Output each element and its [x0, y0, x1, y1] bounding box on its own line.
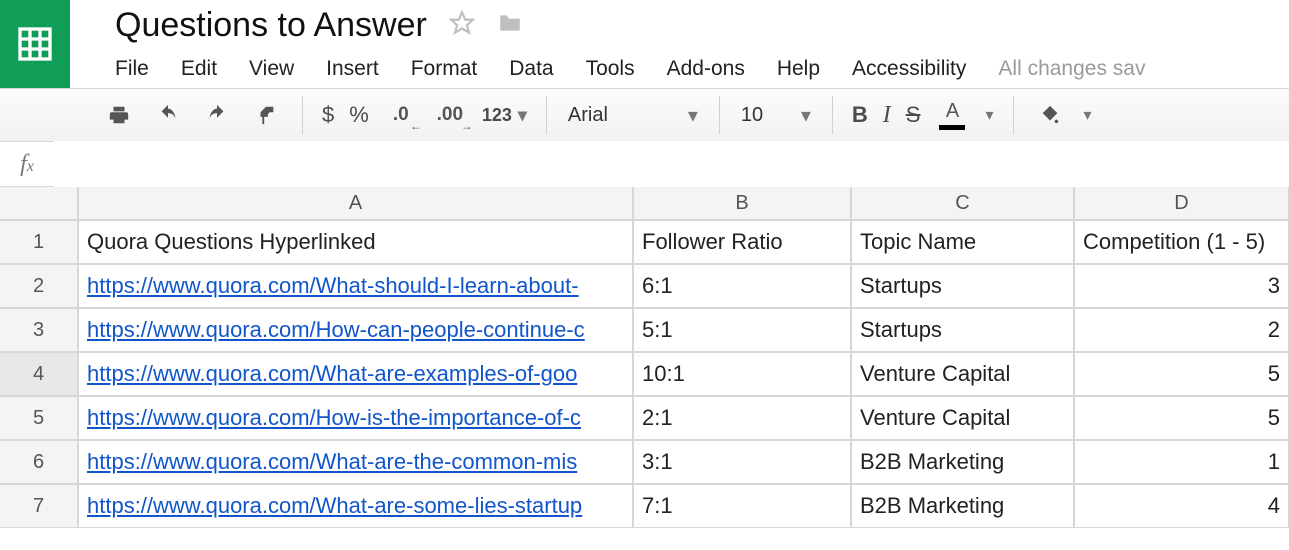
cell-b6[interactable]: 3:1 — [633, 440, 851, 484]
select-all-corner[interactable] — [0, 187, 78, 220]
cell-a1[interactable]: Quora Questions Hyperlinked — [78, 220, 633, 264]
menu-view[interactable]: View — [249, 57, 294, 81]
spreadsheet-grid: A B C D 1 Quora Questions Hyperlinked Fo… — [0, 187, 1289, 528]
cell-c4[interactable]: Venture Capital — [851, 352, 1074, 396]
col-header-c[interactable]: C — [851, 187, 1074, 220]
text-color-button[interactable]: A — [929, 93, 975, 137]
menu-accessibility[interactable]: Accessibility — [852, 57, 966, 81]
menu-help[interactable]: Help — [777, 57, 820, 81]
cell-b4[interactable]: 10:1 — [633, 352, 851, 396]
cell-c1[interactable]: Topic Name — [851, 220, 1074, 264]
cell-b5[interactable]: 2:1 — [633, 396, 851, 440]
save-status: All changes sav — [998, 57, 1145, 81]
menu-insert[interactable]: Insert — [326, 57, 379, 81]
cell-d6[interactable]: 1 — [1074, 440, 1289, 484]
cell-a5[interactable]: https://www.quora.com/How-is-the-importa… — [78, 396, 633, 440]
row-header-5[interactable]: 5 — [0, 396, 78, 440]
cell-c6[interactable]: B2B Marketing — [851, 440, 1074, 484]
separator — [832, 96, 833, 134]
cell-d5[interactable]: 5 — [1074, 396, 1289, 440]
cell-d1[interactable]: Competition (1 - 5) — [1074, 220, 1289, 264]
redo-button[interactable] — [194, 93, 240, 137]
increase-decimal-button[interactable]: .00→ — [427, 93, 473, 137]
row-header-4[interactable]: 4 — [0, 352, 78, 396]
separator — [1013, 96, 1014, 134]
sheets-logo[interactable] — [0, 0, 70, 88]
formula-input[interactable] — [54, 141, 1289, 187]
cell-c2[interactable]: Startups — [851, 264, 1074, 308]
cell-a6[interactable]: https://www.quora.com/What-are-the-commo… — [78, 440, 633, 484]
fx-label: fx — [0, 151, 54, 178]
fill-color-button[interactable] — [1027, 93, 1073, 137]
row-header-2[interactable]: 2 — [0, 264, 78, 308]
star-icon[interactable] — [449, 10, 475, 41]
cell-b2[interactable]: 6:1 — [633, 264, 851, 308]
menu-tools[interactable]: Tools — [586, 57, 635, 81]
cell-b1[interactable]: Follower Ratio — [633, 220, 851, 264]
cell-d7[interactable]: 4 — [1074, 484, 1289, 528]
text-color-dropdown[interactable]: ▾ — [978, 93, 1000, 137]
italic-button[interactable]: I — [877, 93, 897, 137]
col-header-d[interactable]: D — [1074, 187, 1289, 220]
toolbar: $ % .0← .00→ 123▾ Arial▾ 10▾ B I S A ▾ ▾ — [0, 88, 1289, 142]
cell-a4[interactable]: https://www.quora.com/What-are-examples-… — [78, 352, 633, 396]
menu-edit[interactable]: Edit — [181, 57, 217, 81]
menu-addons[interactable]: Add-ons — [667, 57, 745, 81]
font-size-select[interactable]: 10▾ — [733, 93, 819, 137]
menu-format[interactable]: Format — [411, 57, 478, 81]
strike-button[interactable]: S — [900, 93, 927, 137]
font-select[interactable]: Arial▾ — [560, 93, 706, 137]
percent-button[interactable]: % — [343, 93, 375, 137]
cell-c3[interactable]: Startups — [851, 308, 1074, 352]
menu-file[interactable]: File — [115, 57, 149, 81]
paint-format-button[interactable] — [243, 93, 289, 137]
separator — [546, 96, 547, 134]
separator — [302, 96, 303, 134]
cell-d3[interactable]: 2 — [1074, 308, 1289, 352]
currency-button[interactable]: $ — [316, 93, 340, 137]
menu-data[interactable]: Data — [509, 57, 553, 81]
folder-icon[interactable] — [497, 10, 523, 41]
separator — [719, 96, 720, 134]
row-header-3[interactable]: 3 — [0, 308, 78, 352]
print-button[interactable] — [96, 93, 142, 137]
row-header-7[interactable]: 7 — [0, 484, 78, 528]
number-format-button[interactable]: 123▾ — [476, 93, 533, 137]
fill-color-dropdown[interactable]: ▾ — [1076, 93, 1098, 137]
cell-b3[interactable]: 5:1 — [633, 308, 851, 352]
decrease-decimal-button[interactable]: .0← — [378, 93, 424, 137]
bold-button[interactable]: B — [846, 93, 874, 137]
row-header-6[interactable]: 6 — [0, 440, 78, 484]
document-title[interactable]: Questions to Answer — [115, 6, 427, 45]
cell-c5[interactable]: Venture Capital — [851, 396, 1074, 440]
undo-button[interactable] — [145, 93, 191, 137]
cell-d4[interactable]: 5 — [1074, 352, 1289, 396]
cell-b7[interactable]: 7:1 — [633, 484, 851, 528]
row-header-1[interactable]: 1 — [0, 220, 78, 264]
cell-a2[interactable]: https://www.quora.com/What-should-I-lear… — [78, 264, 633, 308]
col-header-a[interactable]: A — [78, 187, 633, 220]
cell-a3[interactable]: https://www.quora.com/How-can-people-con… — [78, 308, 633, 352]
col-header-b[interactable]: B — [633, 187, 851, 220]
cell-c7[interactable]: B2B Marketing — [851, 484, 1074, 528]
cell-d2[interactable]: 3 — [1074, 264, 1289, 308]
cell-a7[interactable]: https://www.quora.com/What-are-some-lies… — [78, 484, 633, 528]
menu-bar: File Edit View Insert Format Data Tools … — [115, 57, 1289, 81]
